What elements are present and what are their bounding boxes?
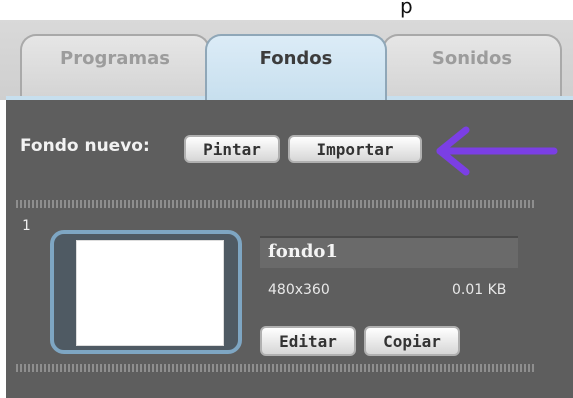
tab-strip: Programas Sonidos Fondos [0, 20, 573, 100]
arrow-left-icon [436, 126, 558, 176]
tab-fondos-label: Fondos [259, 48, 333, 69]
background-dimensions: 480x360 [268, 282, 330, 298]
tab-fondos[interactable]: Fondos [205, 34, 387, 100]
tab-programas[interactable]: Programas [20, 34, 210, 100]
background-name-field[interactable]: fondo1 [260, 236, 518, 268]
background-thumbnail [76, 240, 224, 346]
list-divider-bottom [16, 364, 536, 372]
copy-button[interactable]: Copiar [364, 326, 460, 356]
background-index: 1 [22, 218, 31, 234]
edit-button[interactable]: Editar [260, 326, 356, 356]
tab-sonidos-label: Sonidos [431, 48, 513, 69]
new-background-label: Fondo nuevo: [20, 136, 150, 156]
backgrounds-panel: Fondo nuevo: Pintar Importar 1 fondo1 48… [6, 96, 573, 398]
background-thumbnail-frame[interactable] [50, 230, 242, 354]
tab-programas-label: Programas [60, 48, 170, 69]
background-size: 0.01 KB [452, 282, 507, 298]
cropped-text: p [400, 0, 415, 18]
top-bar: p [0, 0, 573, 20]
paint-button[interactable]: Pintar [184, 135, 280, 163]
tab-sonidos[interactable]: Sonidos [382, 34, 562, 100]
import-button[interactable]: Importar [288, 135, 422, 163]
list-divider-top [16, 200, 536, 208]
